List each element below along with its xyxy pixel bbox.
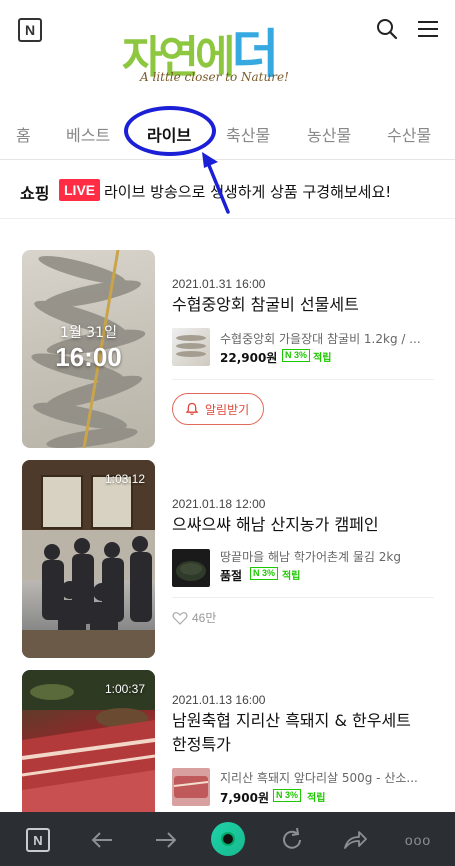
thumb-date: 1월 31일 <box>60 325 117 341</box>
product-price: 7,900원 <box>220 791 269 805</box>
npay-badge: N 3% <box>250 567 279 580</box>
refresh-icon[interactable] <box>278 826 306 854</box>
naver-n-logo[interactable]: N <box>18 18 42 42</box>
live-thumbnail[interactable]: 1월 31일 16:00 <box>22 250 155 448</box>
broadcast-title[interactable]: 으쌰으쌰 해남 산지농가 캠페인 <box>172 513 437 537</box>
divider <box>172 597 434 598</box>
banner-live-badge: LIVE <box>59 179 101 201</box>
highlight-circle-annotation <box>124 106 216 156</box>
like-count[interactable]: 46만 <box>172 609 216 626</box>
live-thumbnail[interactable]: 1:00:37 <box>22 670 155 812</box>
brand-slogan: A little closer to Nature! <box>140 70 289 84</box>
product-name[interactable]: 땅끝마을 해남 학가어촌계 물김 2kg <box>220 548 435 565</box>
product-thumbnail[interactable] <box>172 768 210 806</box>
product-image <box>176 561 206 581</box>
product-price: 22,900원 <box>220 351 278 365</box>
npay-badge: N 3% <box>273 789 302 802</box>
tab-best[interactable]: 베스트 <box>66 122 110 146</box>
broadcast-date: 2021.01.18 12:00 <box>172 497 266 511</box>
npay-percent: 3% <box>294 350 308 360</box>
hamburger-menu-icon[interactable] <box>418 20 438 38</box>
product-thumbnail[interactable] <box>172 549 210 587</box>
thumb-time: 16:00 <box>55 342 122 372</box>
product-image <box>176 335 206 357</box>
earn-label: 적립 <box>307 793 326 804</box>
share-icon[interactable] <box>341 826 369 854</box>
more-options-label: ooo <box>404 832 432 848</box>
like-count-value: 46만 <box>192 611 217 625</box>
npay-percent: 3% <box>285 790 299 800</box>
green-dot-button[interactable] <box>211 822 245 856</box>
brand-logo[interactable]: 자연에더 A little closer to Nature! <box>118 12 338 94</box>
product-name[interactable]: 수협중앙회 가을장대 참굴비 1.2kg / ... <box>220 330 435 347</box>
product-price: 품절 <box>220 569 243 583</box>
n-logo-label: N <box>24 22 36 38</box>
earn-label: 적립 <box>282 571 301 582</box>
tab-seafood[interactable]: 수산물 <box>387 122 431 146</box>
group-photo-image <box>22 460 155 658</box>
browser-bottom-bar: N ooo <box>0 812 455 866</box>
alarm-button-label: 알림받기 <box>205 402 250 417</box>
npay-badge: N 3% <box>282 349 311 362</box>
green-dot-icon <box>221 832 235 846</box>
divider <box>172 379 434 380</box>
banner-description: 라이브 방송으로 생생하게 상품 구경해보세요! <box>104 183 392 201</box>
earn-label: 적립 <box>313 353 332 364</box>
broadcast-date: 2021.01.13 16:00 <box>172 693 266 707</box>
header: N 자연에더 A little closer to Nature! <box>0 0 455 100</box>
bell-icon <box>185 402 199 415</box>
arrow-annotation-icon <box>202 152 230 214</box>
more-options-icon[interactable]: ooo <box>402 826 434 854</box>
naver-home-icon-box: N <box>26 828 50 852</box>
search-icon[interactable] <box>376 18 398 40</box>
video-duration: 1:03:12 <box>104 472 145 486</box>
product-name[interactable]: 지리산 흑돼지 앞다리살 500g - 산소... <box>220 769 435 786</box>
broadcast-title-line-1[interactable]: 남원축협 지리산 흑돼지 & 한우세트 <box>172 709 437 733</box>
product-thumbnail[interactable] <box>172 328 210 366</box>
alarm-button[interactable]: 알림받기 <box>172 393 265 425</box>
live-thumbnail[interactable]: 1:03:12 <box>22 460 155 658</box>
banner-shopping-label: 쇼핑 <box>20 184 50 203</box>
tab-livestock[interactable]: 축산물 <box>226 122 270 146</box>
product-image <box>173 776 209 798</box>
naver-home-icon-label: N <box>33 832 43 848</box>
tab-home[interactable]: 홈 <box>16 122 31 146</box>
broadcast-title-line-2[interactable]: 한정특가 <box>172 733 437 757</box>
forward-arrow-icon[interactable] <box>152 826 180 854</box>
broadcast-title[interactable]: 수협중앙회 참굴비 선물세트 <box>172 293 437 317</box>
video-duration: 1:00:37 <box>104 682 145 696</box>
back-arrow-icon[interactable] <box>88 826 116 854</box>
broadcast-date: 2021.01.31 16:00 <box>172 277 266 291</box>
heart-icon <box>172 611 188 625</box>
npay-percent: 3% <box>262 568 276 578</box>
tab-agriculture[interactable]: 농산물 <box>307 122 351 146</box>
naver-home-icon[interactable]: N <box>24 826 52 854</box>
